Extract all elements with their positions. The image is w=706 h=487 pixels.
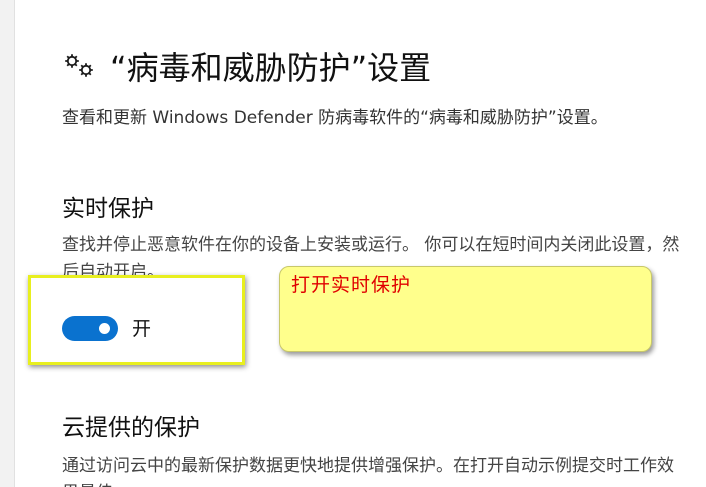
cloud-protection-title: 云提供的保护 <box>62 415 200 441</box>
page-description: 查看和更新 Windows Defender 防病毒软件的“病毒和威胁防护”设置… <box>62 108 608 128</box>
realtime-protection-title: 实时保护 <box>62 196 154 222</box>
annotation-highlight-box <box>28 275 245 365</box>
cloud-protection-description: 通过访问云中的最新保护数据更快地提供增强保护。在打开自动示例提交时工作效果最佳。 <box>62 456 674 487</box>
annotation-callout: 打开实时保护 <box>279 266 652 352</box>
page-title: “病毒和威胁防护”设置 <box>110 49 432 87</box>
left-nav-edge <box>0 0 15 487</box>
annotation-callout-text: 打开实时保护 <box>291 274 412 296</box>
gears-icon <box>65 54 93 77</box>
